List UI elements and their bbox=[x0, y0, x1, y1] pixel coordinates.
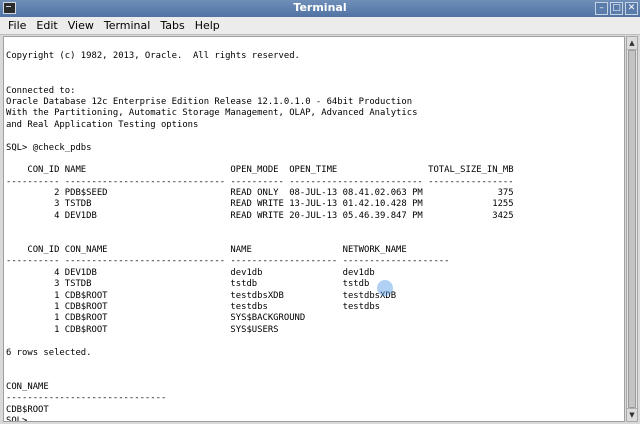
scroll-up-icon[interactable]: ▲ bbox=[627, 37, 637, 50]
window-controls: – □ ✕ bbox=[595, 2, 638, 15]
scroll-thumb[interactable] bbox=[628, 50, 636, 408]
terminal-line: 2 PDB$SEED READ ONLY 08-JUL-13 08.41.02.… bbox=[6, 188, 514, 199]
terminal-line: 4 DEV1DB READ WRITE 20-JUL-13 05.46.39.8… bbox=[6, 210, 514, 221]
terminal-line: 3 TSTDB tstdb tstdb bbox=[6, 279, 370, 290]
terminal-line: 1 CDB$ROOT testdbsXDB testdbsXDB bbox=[6, 290, 397, 301]
terminal-line: and Real Application Testing options bbox=[6, 119, 199, 130]
terminal-line: CON_ID NAME OPEN_MODE OPEN_TIME TOTAL_SI… bbox=[6, 165, 514, 176]
terminal-output[interactable]: Copyright (c) 1982, 2013, Oracle. All ri… bbox=[3, 36, 625, 422]
terminal-line: SQL> @check_pdbs bbox=[6, 142, 92, 153]
terminal-line: ---------- -----------------------------… bbox=[6, 176, 514, 187]
menu-terminal[interactable]: Terminal bbox=[99, 19, 156, 32]
terminal-line: CON_ID CON_NAME NAME NETWORK_NAME bbox=[6, 245, 407, 256]
terminal-line: Copyright (c) 1982, 2013, Oracle. All ri… bbox=[6, 51, 300, 62]
window-title: Terminal bbox=[293, 1, 347, 14]
mouse-cursor-highlight bbox=[377, 280, 393, 296]
terminal-line: SQL> bbox=[6, 415, 33, 422]
terminal-line: CON_NAME bbox=[6, 381, 49, 392]
maximize-button[interactable]: □ bbox=[610, 2, 623, 15]
terminal-line: 6 rows selected. bbox=[6, 347, 92, 358]
terminal-line: 1 CDB$ROOT SYS$BACKGROUND bbox=[6, 313, 306, 324]
terminal-line: Connected to: bbox=[6, 85, 76, 96]
terminal-line: 1 CDB$ROOT testdbs testdbs bbox=[6, 301, 381, 312]
terminal-line: Oracle Database 12c Enterprise Edition R… bbox=[6, 96, 413, 107]
scrollbar[interactable]: ▲ ▼ bbox=[626, 36, 638, 422]
menu-help[interactable]: Help bbox=[190, 19, 225, 32]
terminal-text: Copyright (c) 1982, 2013, Oracle. All ri… bbox=[6, 40, 624, 422]
menu-bar: File Edit View Terminal Tabs Help bbox=[0, 17, 640, 35]
terminal-line: With the Partitioning, Automatic Storage… bbox=[6, 108, 418, 119]
menu-edit[interactable]: Edit bbox=[31, 19, 62, 32]
title-bar: Terminal – □ ✕ bbox=[0, 0, 640, 18]
menu-view[interactable]: View bbox=[63, 19, 99, 32]
menu-file[interactable]: File bbox=[3, 19, 31, 32]
terminal-line: 3 TSTDB READ WRITE 13-JUL-13 01.42.10.42… bbox=[6, 199, 514, 210]
close-button[interactable]: ✕ bbox=[625, 2, 638, 15]
terminal-line: ------------------------------ bbox=[6, 393, 167, 404]
scroll-down-icon[interactable]: ▼ bbox=[627, 408, 637, 421]
terminal-line: 4 DEV1DB dev1db dev1db bbox=[6, 267, 375, 278]
terminal-line: CDB$ROOT bbox=[6, 404, 49, 415]
terminal-line: ---------- -----------------------------… bbox=[6, 256, 450, 267]
minimize-button[interactable]: – bbox=[595, 2, 608, 15]
terminal-line: 1 CDB$ROOT SYS$USERS bbox=[6, 324, 279, 335]
menu-tabs[interactable]: Tabs bbox=[155, 19, 189, 32]
